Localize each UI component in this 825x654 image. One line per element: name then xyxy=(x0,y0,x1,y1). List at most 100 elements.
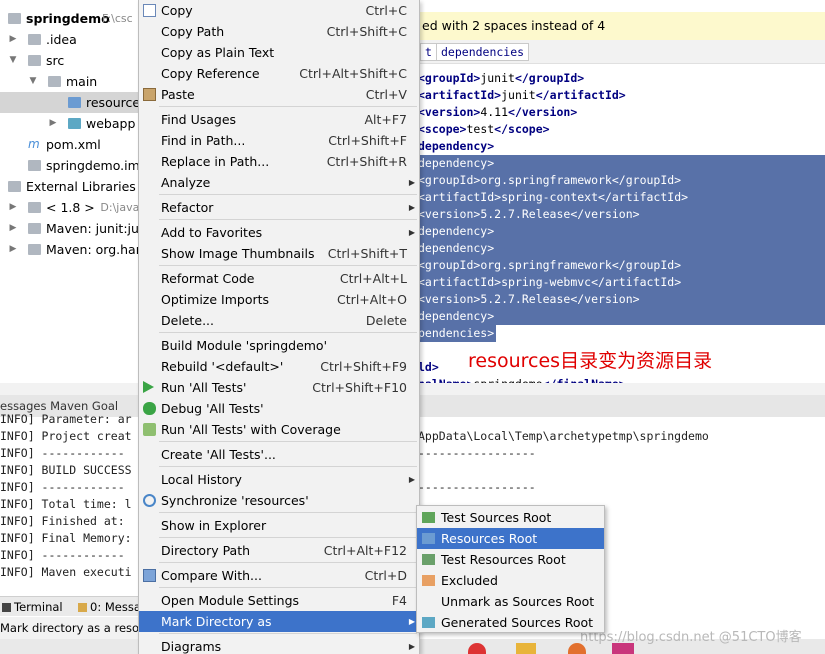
menu-item-synchronize-resources[interactable]: Synchronize 'resources' xyxy=(139,490,419,511)
chevron-right-icon[interactable]: ▶ xyxy=(8,218,18,239)
menu-item-label: Build Module 'springdemo' xyxy=(161,338,328,353)
menu-item-copy-path[interactable]: Copy Path Ctrl+Shift+C xyxy=(139,21,419,42)
status-bar: Mark directory as a reso xyxy=(0,617,138,639)
chevron-right-icon: ▶ xyxy=(408,178,415,187)
tree-item-springdemo-iml[interactable]: springdemo.iml xyxy=(0,155,138,176)
menu-item-label: Add to Favorites xyxy=(161,225,263,240)
submenu-item-unmark-as-sources-root[interactable]: Unmark as Sources Root xyxy=(417,591,604,612)
tree-item-pom-xml[interactable]: m pom.xml xyxy=(0,134,138,155)
tree-item-label: springdemo xyxy=(26,11,110,26)
menu-item-reformat-code[interactable]: Reformat Code Ctrl+Alt+L xyxy=(139,268,419,289)
tab-terminal[interactable]: Terminal xyxy=(2,597,63,617)
code-line[interactable]: dependency> xyxy=(418,308,825,325)
submenu-item-test-resources-root[interactable]: Test Resources Root xyxy=(417,549,604,570)
chevron-down-icon[interactable]: ▼ xyxy=(28,71,38,92)
submenu-item-excluded[interactable]: Excluded xyxy=(417,570,604,591)
menu-item-copy[interactable]: Copy Ctrl+C xyxy=(139,0,419,21)
tree-item-label: springdemo.iml xyxy=(46,158,138,173)
menu-item-open-module-settings[interactable]: Open Module Settings F4 xyxy=(139,590,419,611)
code-line[interactable]: pendencies> xyxy=(418,325,496,342)
submenu-item-resources-root[interactable]: Resources Root xyxy=(417,528,604,549)
xml-close-tag: </groupId> xyxy=(611,173,682,187)
menu-item-build-module-springdemo[interactable]: Build Module 'springdemo' xyxy=(139,335,419,356)
menu-item-refactor[interactable]: Refactor ▶ xyxy=(139,197,419,218)
submenu-item-test-sources-root[interactable]: Test Sources Root xyxy=(417,507,604,528)
menu-item-find-in-path[interactable]: Find in Path... Ctrl+Shift+F xyxy=(139,130,419,151)
code-line[interactable]: dependency> xyxy=(418,240,825,257)
menu-item-label: Find Usages xyxy=(161,112,237,127)
menu-item-run-all-tests-with-coverage[interactable]: Run 'All Tests' with Coverage xyxy=(139,419,419,440)
tree-item-label: webapp xyxy=(86,116,136,131)
tree-item-resource[interactable]: resource xyxy=(0,92,138,113)
xml-text: spring-context xyxy=(501,190,599,204)
menu-item-local-history[interactable]: Local History ▶ xyxy=(139,469,419,490)
xml-open-tag: dependency> xyxy=(418,139,495,153)
menu-item-optimize-imports[interactable]: Optimize Imports Ctrl+Alt+O xyxy=(139,289,419,310)
menu-item-debug-all-tests[interactable]: Debug 'All Tests' xyxy=(139,398,419,419)
menu-item-show-image-thumbnails[interactable]: Show Image Thumbnails Ctrl+Shift+T xyxy=(139,243,419,264)
menu-separator xyxy=(159,633,417,634)
console-line: INFO] Maven executi xyxy=(0,565,132,579)
menu-item-diagrams[interactable]: Diagrams ▶ xyxy=(139,636,419,654)
code-line[interactable]: <version>4.11</version> xyxy=(418,104,825,121)
menu-item-shortcut: Ctrl+D xyxy=(364,568,407,583)
tree-item-label: Maven: junit:jun xyxy=(46,221,138,236)
console-line: INFO] Parameter: ar xyxy=(0,412,132,426)
code-line[interactable]: dependency> xyxy=(418,223,825,240)
menu-item-add-to-favorites[interactable]: Add to Favorites ▶ xyxy=(139,222,419,243)
menu-item-show-in-explorer[interactable]: Show in Explorer xyxy=(139,515,419,536)
tree-item-idea[interactable]: ▶ .idea xyxy=(0,29,138,50)
menu-item-label: Reformat Code xyxy=(161,271,255,286)
code-line[interactable]: dependency> xyxy=(418,138,825,155)
breadcrumb-item[interactable]: t xyxy=(420,43,437,61)
code-line[interactable]: <artifactId>spring-context</artifactId> xyxy=(418,189,825,206)
tree-item-external-libraries[interactable]: External Libraries xyxy=(0,176,138,197)
tree-item-maven-junit-jun[interactable]: ▶ Maven: junit:jun xyxy=(0,218,138,239)
xml-open-tag: <version> xyxy=(418,105,481,119)
menu-item-label: Mark Directory as xyxy=(161,614,272,629)
menu-item-create-all-tests[interactable]: Create 'All Tests'... xyxy=(139,444,419,465)
menu-item-delete[interactable]: Delete... Delete xyxy=(139,310,419,331)
menu-item-compare-with[interactable]: Compare With... Ctrl+D xyxy=(139,565,419,586)
code-line[interactable]: <scope>test</scope> xyxy=(418,121,825,138)
menu-item-rebuild-default[interactable]: Rebuild '<default>' Ctrl+Shift+F9 xyxy=(139,356,419,377)
code-line[interactable]: <version>5.2.7.Release</version> xyxy=(418,206,825,223)
chevron-right-icon[interactable]: ▶ xyxy=(8,239,18,260)
chevron-right-icon[interactable]: ▶ xyxy=(8,197,18,218)
menu-item-paste[interactable]: Paste Ctrl+V xyxy=(139,84,419,105)
submenu-item-generated-sources-root[interactable]: Generated Sources Root xyxy=(417,612,604,633)
tree-item-maven-org-han[interactable]: ▶ Maven: org.han xyxy=(0,239,138,260)
code-line[interactable]: <artifactId>spring-webmvc</artifactId> xyxy=(418,274,825,291)
tree-item-springdemo[interactable]: ▼springdemoF:\csc xyxy=(0,8,138,29)
folder-icon xyxy=(422,554,435,565)
chevron-right-icon: ▶ xyxy=(408,203,415,212)
menu-item-find-usages[interactable]: Find Usages Alt+F7 xyxy=(139,109,419,130)
chevron-right-icon[interactable]: ▶ xyxy=(48,113,58,134)
chevron-right-icon[interactable]: ▶ xyxy=(8,29,18,50)
tree-item-src[interactable]: ▼ src xyxy=(0,50,138,71)
menu-item-mark-directory-as[interactable]: Mark Directory as ▶ xyxy=(139,611,419,632)
taskbar-icon[interactable] xyxy=(468,643,486,654)
code-line[interactable]: <groupId>junit</groupId> xyxy=(418,70,825,87)
breadcrumb-item-dependencies[interactable]: dependencies xyxy=(436,43,530,61)
code-line[interactable]: <groupId>org.springframework</groupId> xyxy=(418,172,825,189)
menu-item-analyze[interactable]: Analyze ▶ xyxy=(139,172,419,193)
xml-text: junit xyxy=(480,71,515,85)
taskbar-icon[interactable] xyxy=(516,643,536,654)
chevron-down-icon[interactable]: ▼ xyxy=(8,50,18,71)
tree-item-main[interactable]: ▼ main xyxy=(0,71,138,92)
xml-text: test xyxy=(466,122,495,136)
tree-item-1-8[interactable]: ▶ < 1.8 > D:\java xyxy=(0,197,138,218)
code-line[interactable]: <artifactId>junit</artifactId> xyxy=(418,87,825,104)
code-line[interactable]: dependency> xyxy=(418,155,825,172)
menu-item-copy-as-plain-text[interactable]: Copy as Plain Text xyxy=(139,42,419,63)
menu-item-replace-in-path[interactable]: Replace in Path... Ctrl+Shift+R xyxy=(139,151,419,172)
code-line[interactable]: <version>5.2.7.Release</version> xyxy=(418,291,825,308)
tree-item-webapp[interactable]: ▶ webapp xyxy=(0,113,138,134)
menu-item-directory-path[interactable]: Directory Path Ctrl+Alt+F12 xyxy=(139,540,419,561)
menu-item-copy-reference[interactable]: Copy Reference Ctrl+Alt+Shift+C xyxy=(139,63,419,84)
code-line[interactable]: <groupId>org.springframework</groupId> xyxy=(418,257,825,274)
chevron-right-icon: ▶ xyxy=(408,642,415,651)
menu-item-run-all-tests[interactable]: Run 'All Tests' Ctrl+Shift+F10 xyxy=(139,377,419,398)
tab-messages[interactable]: 0: Messa xyxy=(78,597,141,617)
